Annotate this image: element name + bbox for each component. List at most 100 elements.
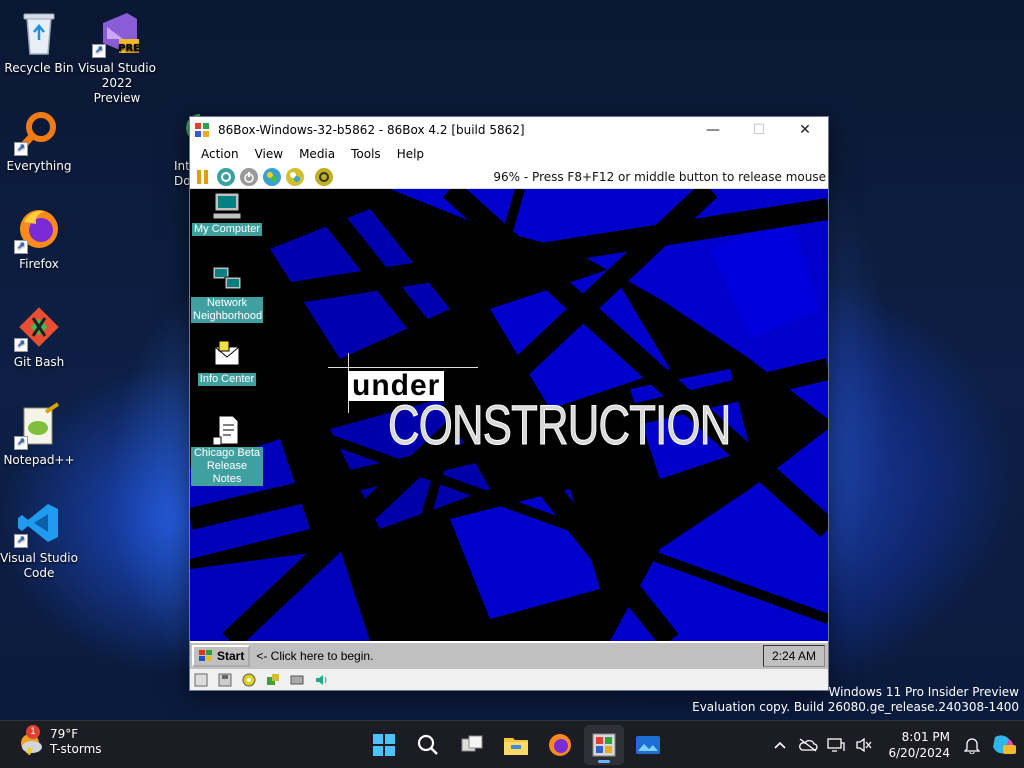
weather-widget[interactable]: 1 79°F T-storms [18, 725, 102, 757]
menu-media[interactable]: Media [291, 147, 343, 161]
menu-bar: Action View Media Tools Help [190, 143, 828, 165]
my-computer-icon [211, 191, 243, 221]
shortcut-arrow-icon: ↗ [14, 142, 28, 156]
shortcut-arrow-icon: ↗ [14, 338, 28, 352]
menu-help[interactable]: Help [389, 147, 432, 161]
crosshair-line [328, 367, 478, 368]
window-titlebar[interactable]: 86Box-Windows-32-b5862 - 86Box 4.2 [buil… [190, 117, 828, 143]
info-center-icon [211, 340, 243, 371]
start-button[interactable] [364, 725, 404, 765]
photos-icon [636, 736, 660, 754]
system-tray: 8:01 PM 6/20/2024 [766, 721, 1024, 768]
ctrl-alt-del-icon[interactable] [263, 167, 281, 186]
photos-button[interactable] [628, 725, 668, 765]
mouse-capture-status: 96% - Press F8+F12 or middle button to r… [493, 169, 826, 184]
clock-date: 6/20/2024 [888, 746, 950, 760]
desktop-icon-label: Visual Studio 2022 Preview [78, 61, 156, 105]
guest-icon-label: My Computer [191, 223, 263, 236]
taskbar-clock[interactable]: 8:01 PM 6/20/2024 [888, 729, 950, 761]
guest-taskbar: Start <- Click here to begin. 2:24 AM [190, 641, 828, 669]
document-shortcut-icon [211, 415, 243, 446]
shortcut-arrow-icon: ↗ [14, 534, 28, 548]
host-taskbar: 1 79°F T-storms 8:01 PM 6/20/2024 [0, 720, 1024, 768]
start-hint: <- Click here to begin. [256, 649, 374, 663]
task-view-button[interactable] [452, 725, 492, 765]
windows-logo-icon [373, 734, 395, 756]
menu-action[interactable]: Action [193, 147, 247, 161]
power-icon[interactable] [240, 167, 258, 186]
desktop-icon-everything[interactable]: ↗ Everything [0, 106, 78, 174]
vscode-icon: ↗ [14, 498, 64, 548]
firefox-icon [549, 734, 571, 756]
task-view-icon [461, 735, 483, 752]
onedrive-offline-icon[interactable] [794, 731, 822, 759]
firefox-icon: ↗ [14, 204, 64, 254]
search-button[interactable] [408, 725, 448, 765]
close-button[interactable]: ✕ [782, 117, 828, 143]
window-title: 86Box-Windows-32-b5862 - 86Box 4.2 [buil… [218, 123, 525, 137]
windows-flag-icon [199, 650, 212, 661]
folder-icon [504, 738, 528, 755]
desktop-icon-vscode[interactable]: ↗ Visual Studio Code [0, 498, 78, 581]
cdrom-icon[interactable] [242, 673, 256, 687]
settings-icon[interactable] [315, 167, 333, 186]
copilot-preview-icon[interactable] [990, 731, 1018, 759]
guest-icon-chicago-release-notes[interactable]: Chicago Beta Release Notes [190, 415, 264, 486]
hard-disk-icon[interactable] [290, 673, 304, 687]
86box-window[interactable]: 86Box-Windows-32-b5862 - 86Box 4.2 [buil… [189, 116, 829, 691]
desktop-icon-notepad-plus-plus[interactable]: ↗ Notepad++ [0, 400, 78, 468]
shortcut-arrow-icon: ↗ [92, 44, 106, 58]
pause-icon[interactable] [194, 168, 212, 186]
volume-muted-icon[interactable] [850, 731, 878, 759]
desktop-icon-visual-studio-preview[interactable]: PRE ↗ Visual Studio 2022 Preview [78, 8, 156, 106]
floppy-drive-2-icon[interactable] [218, 673, 232, 687]
pre-badge: PRE [118, 43, 140, 54]
notification-bell-icon[interactable] [958, 731, 986, 759]
everything-search-icon: ↗ [14, 106, 64, 156]
86box-app-icon [592, 733, 616, 757]
thunderstorm-weather-icon: 1 [18, 725, 44, 756]
sound-icon[interactable] [314, 673, 328, 687]
search-icon [417, 734, 438, 755]
minimize-button[interactable]: — [690, 117, 736, 143]
git-bash-icon: ↗ [14, 302, 64, 352]
reset-icon[interactable] [217, 167, 235, 186]
start-label: Start [217, 649, 245, 663]
desktop-icon-label: Recycle Bin [4, 61, 74, 75]
guest-icon-network-neighborhood[interactable]: Network Neighborhood [190, 265, 264, 323]
recycle-bin-icon [14, 8, 64, 58]
shortcut-arrow-icon: ↗ [14, 436, 28, 450]
file-explorer-button[interactable] [496, 725, 536, 765]
guest-start-button[interactable]: Start [192, 645, 251, 667]
86box-app-icon [195, 123, 209, 137]
menu-view[interactable]: View [247, 147, 291, 161]
firefox-button[interactable] [540, 725, 580, 765]
maximize-button[interactable]: ☐ [736, 117, 782, 143]
watermark-line-1: Windows 11 Pro Insider Preview [828, 685, 1019, 699]
guest-icon-info-center[interactable]: Info Center [190, 340, 264, 386]
notepad-plus-plus-icon: ↗ [14, 400, 64, 450]
desktop-icon-recycle-bin[interactable]: Recycle Bin [0, 8, 78, 76]
shortcut-arrow-icon: ↗ [14, 240, 28, 254]
86box-button[interactable] [584, 725, 624, 765]
network-neighborhood-icon [211, 265, 243, 295]
guest-icon-my-computer[interactable]: My Computer [190, 191, 264, 236]
desktop-icon-label: Git Bash [13, 355, 65, 369]
guest-screen[interactable]: My Computer Network Neighborhood Info Ce… [190, 189, 828, 641]
desktop-icon-partial[interactable]: Int Dow [150, 106, 200, 189]
guest-icon-label: Chicago Beta Release Notes [191, 447, 263, 486]
chevron-up-icon[interactable] [766, 731, 794, 759]
desktop-icon-firefox[interactable]: ↗ Firefox [0, 204, 78, 272]
menu-tools[interactable]: Tools [343, 147, 389, 161]
ctrl-esc-icon[interactable] [286, 167, 304, 186]
weather-desc: T-storms [50, 742, 102, 756]
floppy-drive-icon[interactable] [194, 673, 208, 687]
desktop-icon-label: Notepad++ [3, 453, 75, 467]
desktop-icon-git-bash[interactable]: ↗ Git Bash [0, 302, 78, 370]
desktop-icon-label: Firefox [19, 257, 59, 271]
evaluation-watermark: Windows 11 Pro Insider Preview Evaluatio… [692, 685, 1019, 715]
clock-time: 8:01 PM [901, 730, 950, 744]
network-icon[interactable] [822, 731, 850, 759]
network-adapter-icon[interactable] [266, 673, 280, 687]
wallpaper-text-construction: CONSTRUCTION [388, 393, 732, 456]
